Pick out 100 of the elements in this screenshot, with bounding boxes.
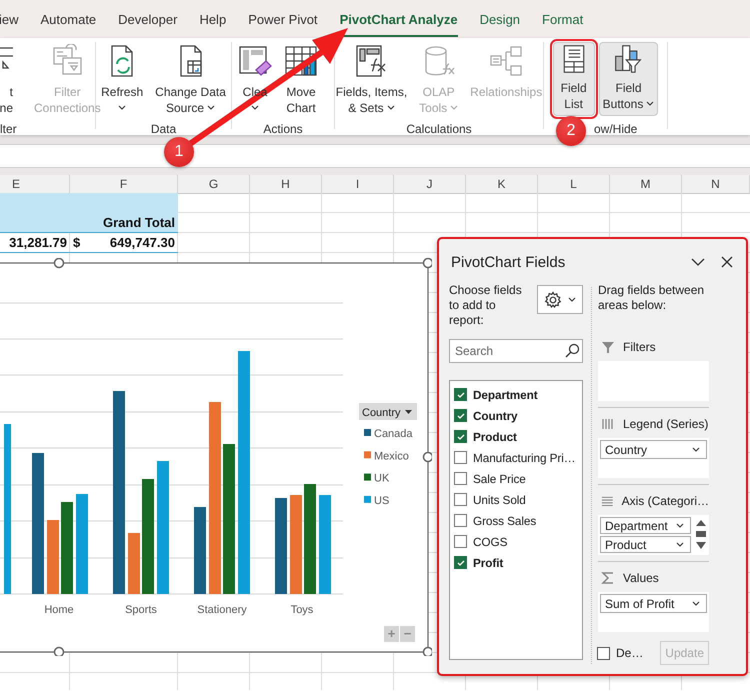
- eraser-icon: [238, 44, 272, 78]
- field-name[interactable]: COGS: [473, 534, 508, 548]
- caret-icon: [646, 101, 654, 107]
- group-label: Calculations: [406, 122, 472, 136]
- column-header[interactable]: I: [322, 175, 394, 194]
- field-chip[interactable]: Department: [600, 517, 691, 534]
- checkbox[interactable]: [454, 472, 467, 485]
- search-field[interactable]: Search: [449, 339, 583, 363]
- instruction-text: Drag fields between areas below:: [598, 283, 706, 314]
- caret-icon: [450, 105, 458, 111]
- field-name[interactable]: Sale Price: [473, 472, 526, 486]
- settings-button[interactable]: [537, 285, 583, 314]
- caret-icon: [676, 522, 684, 528]
- ribbon-tab[interactable]: Automate: [40, 4, 96, 36]
- checkbox[interactable]: [454, 430, 467, 443]
- check-icon: [456, 390, 466, 400]
- legend-label: US: [374, 494, 390, 507]
- ribbon-tab[interactable]: Format: [542, 4, 584, 36]
- axis-label: Toys: [290, 604, 314, 616]
- legend-label: Canada: [374, 428, 413, 440]
- table-cell[interactable]: Grand Total: [70, 213, 178, 233]
- field-name[interactable]: Manufacturing Pri…: [473, 450, 576, 464]
- ribbon-tab[interactable]: Power Pivot: [248, 4, 318, 36]
- field-buttons-button[interactable]: Field Buttons: [598, 42, 658, 116]
- check-icon: [456, 410, 466, 420]
- column-header[interactable]: L: [538, 175, 610, 194]
- formula-bar[interactable]: [0, 144, 750, 168]
- move-chart-button[interactable]: Move Chart: [280, 42, 322, 120]
- fields-items-sets-button[interactable]: Fields, Items, & Sets: [332, 42, 412, 120]
- axis-label: Sports: [125, 604, 157, 616]
- table-cell[interactable]: 31,281.79: [0, 233, 70, 253]
- legend-filter-button[interactable]: Country: [359, 403, 417, 420]
- rows-icon: [601, 494, 614, 508]
- area-label: Axis (Categori…: [622, 494, 709, 508]
- caret-icon: [386, 105, 395, 111]
- checkbox[interactable]: [597, 646, 610, 660]
- ribbon-tab[interactable]: Developer: [118, 4, 178, 36]
- check-icon: [456, 432, 466, 442]
- resize-handle[interactable]: [54, 258, 64, 268]
- sigma-icon: [601, 571, 615, 585]
- resize-handle[interactable]: [422, 646, 432, 656]
- change-data-source-button[interactable]: Change Data Source: [151, 42, 230, 120]
- drop-area[interactable]: Country: [598, 438, 709, 478]
- caret-icon: [676, 542, 684, 548]
- ribbon-tab[interactable]: Help: [199, 4, 226, 36]
- checkbox[interactable]: [454, 451, 467, 464]
- checkbox[interactable]: [454, 556, 467, 569]
- field-chip[interactable]: Product: [600, 536, 691, 553]
- column-header[interactable]: J: [394, 175, 466, 194]
- area-label: Legend (Series): [623, 417, 708, 431]
- caret-icon: [251, 105, 259, 111]
- caret-icon: [568, 296, 576, 302]
- field-name[interactable]: Department: [473, 388, 538, 402]
- close-icon[interactable]: [720, 255, 734, 269]
- area-label: Filters: [623, 340, 656, 354]
- resize-handle[interactable]: [422, 258, 432, 268]
- field-name[interactable]: Country: [473, 408, 518, 422]
- checkbox-label: De…: [616, 646, 644, 660]
- caret-icon: [692, 600, 700, 606]
- area-label: Values: [623, 571, 659, 585]
- column-header[interactable]: H: [250, 175, 322, 194]
- resize-handle[interactable]: [422, 452, 432, 462]
- column-header[interactable]: M: [610, 175, 682, 194]
- relationships-icon: [489, 44, 524, 78]
- ribbon-tab[interactable]: iew: [0, 4, 19, 36]
- checkbox[interactable]: [454, 493, 467, 506]
- legend-label: UK: [374, 472, 390, 485]
- caret-icon: [692, 446, 700, 452]
- checkbox[interactable]: [454, 388, 467, 401]
- field-name[interactable]: Profit: [473, 556, 504, 570]
- timeline-button[interactable]: t ne: [0, 42, 14, 118]
- field-name[interactable]: Units Sold: [473, 492, 526, 506]
- field-list-button[interactable]: Field List: [552, 42, 595, 116]
- ribbon-tab[interactable]: Design: [480, 4, 520, 36]
- drop-area[interactable]: Department Product: [598, 515, 709, 555]
- checkbox[interactable]: [454, 514, 467, 527]
- checkbox[interactable]: [454, 409, 467, 422]
- column-header[interactable]: N: [682, 175, 750, 194]
- bar: [128, 533, 140, 594]
- caret-icon: [207, 105, 216, 111]
- settings-icon: [544, 290, 562, 308]
- field-name[interactable]: Product: [473, 430, 517, 444]
- instruction-text: Choose fields to add to report:: [449, 283, 523, 328]
- field-chip[interactable]: Country: [600, 440, 707, 459]
- formula-icon: [354, 44, 388, 78]
- checkbox[interactable]: [454, 535, 467, 548]
- column-header[interactable]: K: [466, 175, 538, 194]
- group-label: lter: [0, 122, 17, 136]
- table-cell[interactable]: 649,747.30: [110, 235, 175, 250]
- group-label: Data: [150, 122, 176, 136]
- pane-title: PivotChart Fields: [451, 254, 566, 270]
- drop-area[interactable]: Sum of Profit: [598, 592, 709, 632]
- group-label: ow/Hide: [594, 122, 638, 136]
- check-icon: [456, 558, 466, 568]
- field-name[interactable]: Gross Sales: [473, 514, 536, 528]
- column-header[interactable]: G: [178, 175, 250, 194]
- axis-label: Home: [44, 604, 74, 616]
- resize-handle[interactable]: [54, 646, 64, 656]
- group-label: Actions: [263, 122, 303, 136]
- field-chip[interactable]: Sum of Profit: [600, 594, 707, 613]
